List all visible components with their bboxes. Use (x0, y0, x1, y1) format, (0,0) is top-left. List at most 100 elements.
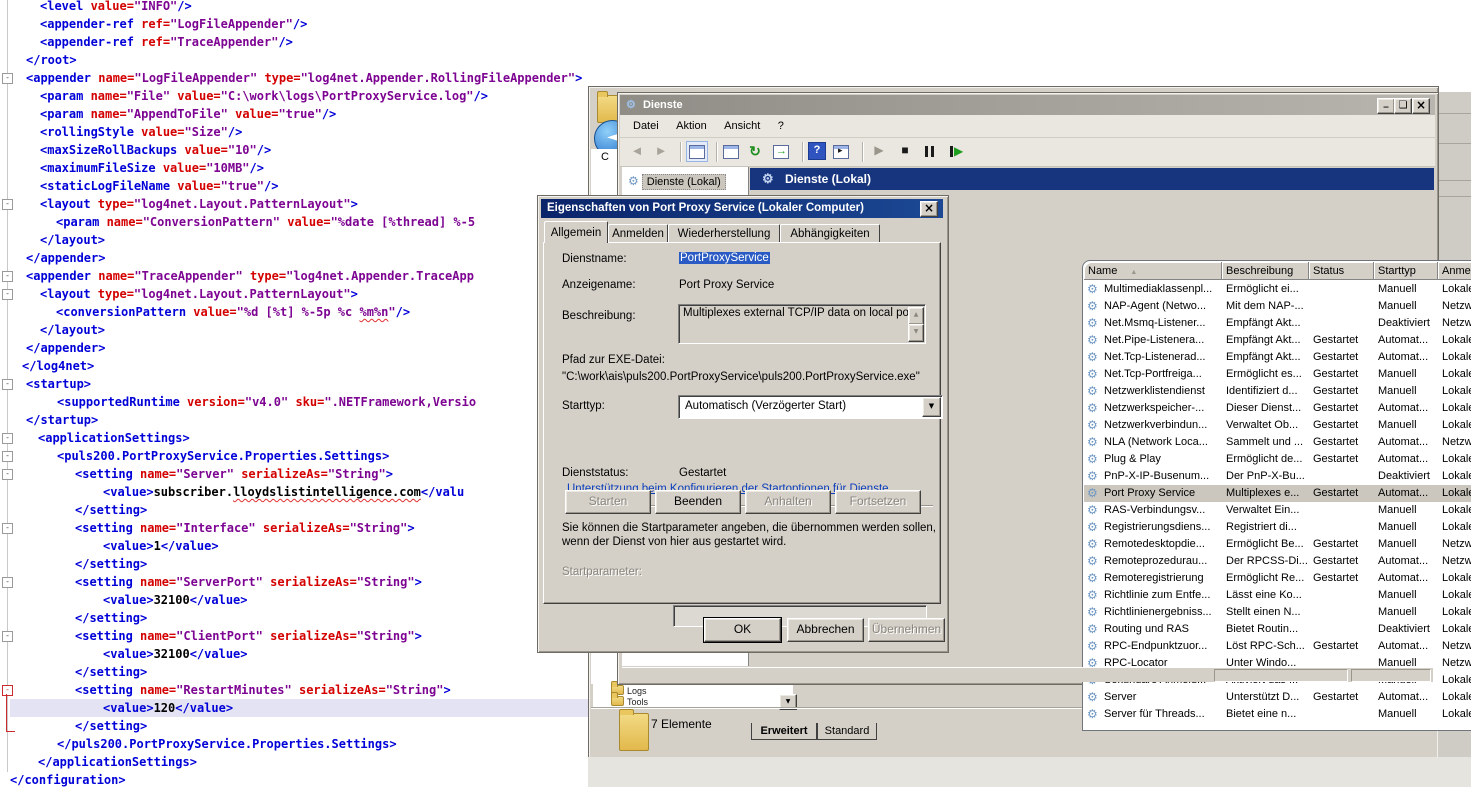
list-item[interactable]: Tools (627, 697, 648, 707)
anhalten-button[interactable]: Anhalten (745, 490, 831, 514)
service-row[interactable]: ⚙Richtlinienergebniss...Stellt einen N..… (1084, 604, 1471, 621)
fold-toggle[interactable]: - (2, 577, 13, 588)
code-line: <param name="File" value="C:\work\logs\P… (40, 87, 488, 105)
close-button[interactable]: × (1412, 98, 1430, 114)
forward-icon[interactable]: ► (652, 143, 670, 161)
fold-toggle[interactable]: - (2, 271, 13, 282)
service-row[interactable]: ⚙NLA (Network Loca...Sammelt und ...Gest… (1084, 434, 1471, 451)
menu-datei[interactable]: Datei (633, 115, 659, 137)
start-service-icon[interactable]: ▶ (870, 143, 888, 161)
show-tree-icon[interactable] (686, 141, 708, 162)
service-row[interactable]: ⚙Remoteprozedurau...Der RPCSS-Di...Gesta… (1084, 553, 1471, 570)
service-row[interactable]: ⚙Richtlinie zum Entfe...Lässt eine Ko...… (1084, 587, 1471, 604)
tab-erweitert[interactable]: Erweitert (751, 723, 817, 740)
tab-anmelden[interactable]: Anmelden (608, 224, 668, 243)
restart-service-icon[interactable]: ▶ (948, 143, 966, 161)
service-logon: Netzwerkdienst (1442, 536, 1471, 553)
code-line: <supportedRuntime version="v4.0" sku=".N… (57, 393, 476, 411)
maximize-button[interactable]: ❏ (1394, 98, 1412, 114)
service-row[interactable]: ⚙PnP-X-IP-Busenum...Der PnP-X-Bu...Deakt… (1084, 468, 1471, 485)
fold-toggle-red[interactable]: - (2, 685, 13, 696)
beenden-button[interactable]: Beenden (655, 490, 741, 514)
service-row[interactable]: ⚙Multimediaklassenpl...Ermöglicht ei...M… (1084, 281, 1471, 298)
service-logon: Netzwerkdienst (1442, 434, 1471, 451)
fold-toggle[interactable]: - (2, 199, 13, 210)
fold-toggle[interactable]: - (2, 73, 13, 84)
folder-icon (611, 696, 624, 706)
column-header-beschreibung[interactable]: Beschreibung (1222, 262, 1309, 280)
service-row[interactable]: ⚙RAS-Verbindungsv...Verwaltet Ein...Manu… (1084, 502, 1471, 519)
beschreibung-field[interactable]: Multiplexes external TCP/IP data on loca… (678, 304, 926, 344)
service-gear-icon: ⚙ (1087, 298, 1098, 315)
uebernehmen-button[interactable]: Übernehmen (868, 618, 945, 642)
minimize-button[interactable]: _ (1377, 98, 1395, 114)
tab-allgemein[interactable]: Allgemein (544, 221, 608, 243)
service-status (1313, 468, 1375, 485)
service-row[interactable]: ⚙Netzwerkverbindun...Verwaltet Ob...Gest… (1084, 417, 1471, 434)
service-row[interactable]: ⚙Plug & PlayErmöglicht de...GestartetAut… (1084, 451, 1471, 468)
fold-toggle[interactable]: - (2, 451, 13, 462)
starten-button[interactable]: Starten (565, 490, 651, 514)
service-row[interactable]: ⚙NAP-Agent (Netwo...Mit dem NAP-...Manue… (1084, 298, 1471, 315)
service-gear-icon: ⚙ (1087, 485, 1098, 502)
status-text: 7 Elemente (651, 717, 712, 731)
pause-service-icon[interactable] (922, 143, 940, 161)
service-row[interactable]: ⚙Port Proxy ServiceMultiplexes e...Gesta… (1084, 485, 1471, 502)
fold-toggle[interactable]: - (2, 469, 13, 480)
fortsetzen-button[interactable]: Fortsetzen (835, 490, 921, 514)
service-desc: Ermöglicht de... (1226, 451, 1310, 468)
service-row[interactable]: ⚙Server für Threads...Bietet eine n...Ma… (1084, 706, 1471, 723)
tab-wiederherstellung[interactable]: Wiederherstellung (668, 224, 780, 243)
service-row[interactable]: ⚙RPC-Endpunktzuor...Löst RPC-Sch...Gesta… (1084, 638, 1471, 655)
refresh-icon[interactable]: ↻ (746, 143, 764, 161)
starttyp-select[interactable]: Automatisch (Verzögerter Start) ▼ (678, 395, 943, 419)
menu-aktion[interactable]: Aktion (676, 115, 707, 137)
fold-toggle[interactable]: - (2, 379, 13, 390)
service-row[interactable]: ⚙Net.Tcp-Listenerad...Empfängt Akt...Ges… (1084, 349, 1471, 366)
action-pane-icon[interactable]: ▸ (832, 143, 850, 161)
menu-hilfe[interactable]: ? (778, 115, 784, 137)
tab-standard[interactable]: Standard (817, 723, 877, 740)
title-bar[interactable]: ⚙ Dienste _ ❏ × (620, 95, 1435, 115)
service-start: Manuell (1378, 366, 1439, 383)
code-line: <setting name="ClientPort" serializeAs="… (75, 627, 422, 645)
column-header-name[interactable]: Name ▲ (1084, 262, 1222, 280)
fold-toggle[interactable]: - (2, 631, 13, 642)
chevron-down-icon: ▼ (929, 402, 934, 410)
menu-ansicht[interactable]: Ansicht (724, 115, 760, 137)
service-row[interactable]: ⚙NetzwerklistendienstIdentifiziert d...G… (1084, 383, 1471, 400)
list-item[interactable]: Logs (627, 686, 647, 696)
service-status: Gestartet (1313, 536, 1375, 553)
abbrechen-button[interactable]: Abbrechen (787, 618, 864, 642)
dialog-title-bar[interactable]: Eigenschaften von Port Proxy Service (Lo… (541, 199, 943, 218)
scroll-up-button[interactable]: ▲ (908, 307, 924, 325)
service-row[interactable]: ⚙Net.Pipe-Listenera...Empfängt Akt...Ges… (1084, 332, 1471, 349)
tab-abhaengigkeiten[interactable]: Abhängigkeiten (780, 224, 880, 243)
dropdown-button[interactable]: ▼ (922, 397, 941, 417)
stop-service-icon[interactable]: ■ (896, 143, 914, 161)
fold-toggle[interactable]: - (2, 523, 13, 534)
column-header-starttyp[interactable]: Starttyp (1374, 262, 1438, 280)
column-header-status[interactable]: Status (1309, 262, 1374, 280)
fold-toggle[interactable]: - (2, 433, 13, 444)
column-header-anmelden[interactable]: Anmelden als (1438, 262, 1471, 280)
service-row[interactable]: ⚙Net.Msmq-Listener...Empfängt Akt...Deak… (1084, 315, 1471, 332)
service-row[interactable]: ⚙RemoteregistrierungErmöglicht Re...Gest… (1084, 570, 1471, 587)
help-icon[interactable]: ? (808, 142, 826, 160)
service-row[interactable]: ⚙Remotedesktopdie...Ermöglicht Be...Gest… (1084, 536, 1471, 553)
service-row[interactable]: ⚙ServerUnterstützt D...GestartetAutomat.… (1084, 689, 1471, 706)
fold-toggle[interactable]: - (2, 289, 13, 300)
service-logon: Netzwerkdienst (1442, 638, 1471, 655)
export-list-icon[interactable]: → (772, 143, 790, 161)
service-row[interactable]: ⚙Routing und RASBietet Routin...Deaktivi… (1084, 621, 1471, 638)
service-row[interactable]: ⚙Net.Tcp-Portfreiga...Ermöglicht es...Ge… (1084, 366, 1471, 383)
close-button[interactable]: × (920, 201, 938, 217)
properties-icon[interactable] (722, 143, 740, 161)
scroll-down-button[interactable]: ▼ (908, 324, 924, 342)
tree-item-dienste-lokal[interactable]: ⚙Dienste (Lokal) (624, 171, 744, 191)
ok-button[interactable]: OK (704, 618, 781, 642)
service-name: Netzwerkspeicher-... (1104, 400, 1222, 417)
service-row[interactable]: ⚙Netzwerkspeicher-...Dieser Dienst...Ges… (1084, 400, 1471, 417)
back-icon[interactable]: ◄ (628, 143, 646, 161)
service-row[interactable]: ⚙Registrierungsdiens...Registriert di...… (1084, 519, 1471, 536)
